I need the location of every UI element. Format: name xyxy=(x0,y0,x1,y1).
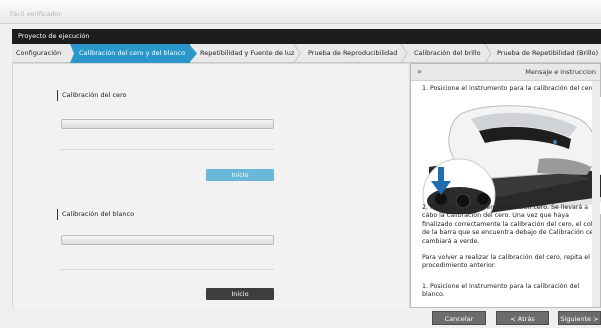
tab-calibracion-brillo[interactable]: Calibración del brillo xyxy=(414,44,481,63)
chevron-right-icon xyxy=(484,44,492,63)
instrument-photo xyxy=(419,97,601,214)
chevron-right-icon xyxy=(189,44,197,63)
tab-label: Prueba de Repetibilidad (Brillo) xyxy=(497,49,599,57)
divider xyxy=(61,149,274,150)
step-tabs: Configuración Calibración del cero y del… xyxy=(12,44,601,63)
window-title: Fácil verificador xyxy=(10,10,62,18)
tab-prueba-reproducibilidad[interactable]: Prueba de Reproducibilidad xyxy=(308,44,397,63)
chevron-right-icon xyxy=(293,44,301,63)
cancel-button[interactable]: Cancelar xyxy=(432,311,486,325)
white-calibration-label: Calibración del blanco xyxy=(57,209,134,220)
tab-label: Repetibilidad y Fuente de luz xyxy=(200,49,295,57)
instruction-step-2-repeat: Para volver a realizar la calibración de… xyxy=(422,254,590,270)
chevron-right-icon xyxy=(400,44,408,63)
instruction-step-1: 1. Posicione el instrumento para la cali… xyxy=(422,85,597,92)
tab-prueba-repetibilidad-brillo[interactable]: Prueba de Repetibilidad (Brillo) xyxy=(497,44,598,63)
message-panel-header: » Mensaje e instruccion xyxy=(411,64,600,81)
scrollbar[interactable] xyxy=(592,81,600,307)
tab-repetibilidad-fuente-luz[interactable]: Repetibilidad y Fuente de luz xyxy=(200,44,294,63)
next-button[interactable]: Siguiente > xyxy=(558,311,601,325)
project-bar: Proyecto de ejecución xyxy=(12,29,601,44)
tab-label: Configuración xyxy=(16,49,62,57)
white-start-button[interactable]: Inicio xyxy=(206,288,274,300)
divider xyxy=(61,269,274,270)
message-panel: » Mensaje e instruccion 1. Posicione el … xyxy=(410,63,601,308)
instruction-step-3: 1. Posicione el instrumento para la cali… xyxy=(422,283,580,299)
back-button[interactable]: < Atrás xyxy=(496,311,549,325)
calibration-panel: Calibración del cero Inicio Calibración … xyxy=(12,63,410,315)
tab-label: Prueba de Reproducibilidad xyxy=(308,49,398,57)
tab-calibracion-cero-blanco[interactable]: Calibración del cero y del blanco xyxy=(74,44,190,63)
zero-calibration-progress-bar xyxy=(61,119,274,129)
tab-configuracion[interactable]: Configuración xyxy=(16,44,61,63)
instruction-step-2: 2. Presione [ Inicio ] en Calibración ce… xyxy=(422,204,600,245)
tab-label: Calibración del brillo xyxy=(414,49,481,57)
zero-start-button[interactable]: Inicio xyxy=(206,169,274,181)
project-title: Proyecto de ejecución xyxy=(18,32,90,40)
white-calibration-progress-bar xyxy=(61,235,274,245)
title-bar: Fácil verificador xyxy=(0,0,601,24)
tab-label: Calibración del cero y del blanco xyxy=(79,49,186,57)
message-panel-title: Mensaje e instruccion xyxy=(525,68,596,76)
zero-calibration-label: Calibración del cero xyxy=(57,90,127,101)
collapse-icon[interactable]: » xyxy=(417,67,422,76)
